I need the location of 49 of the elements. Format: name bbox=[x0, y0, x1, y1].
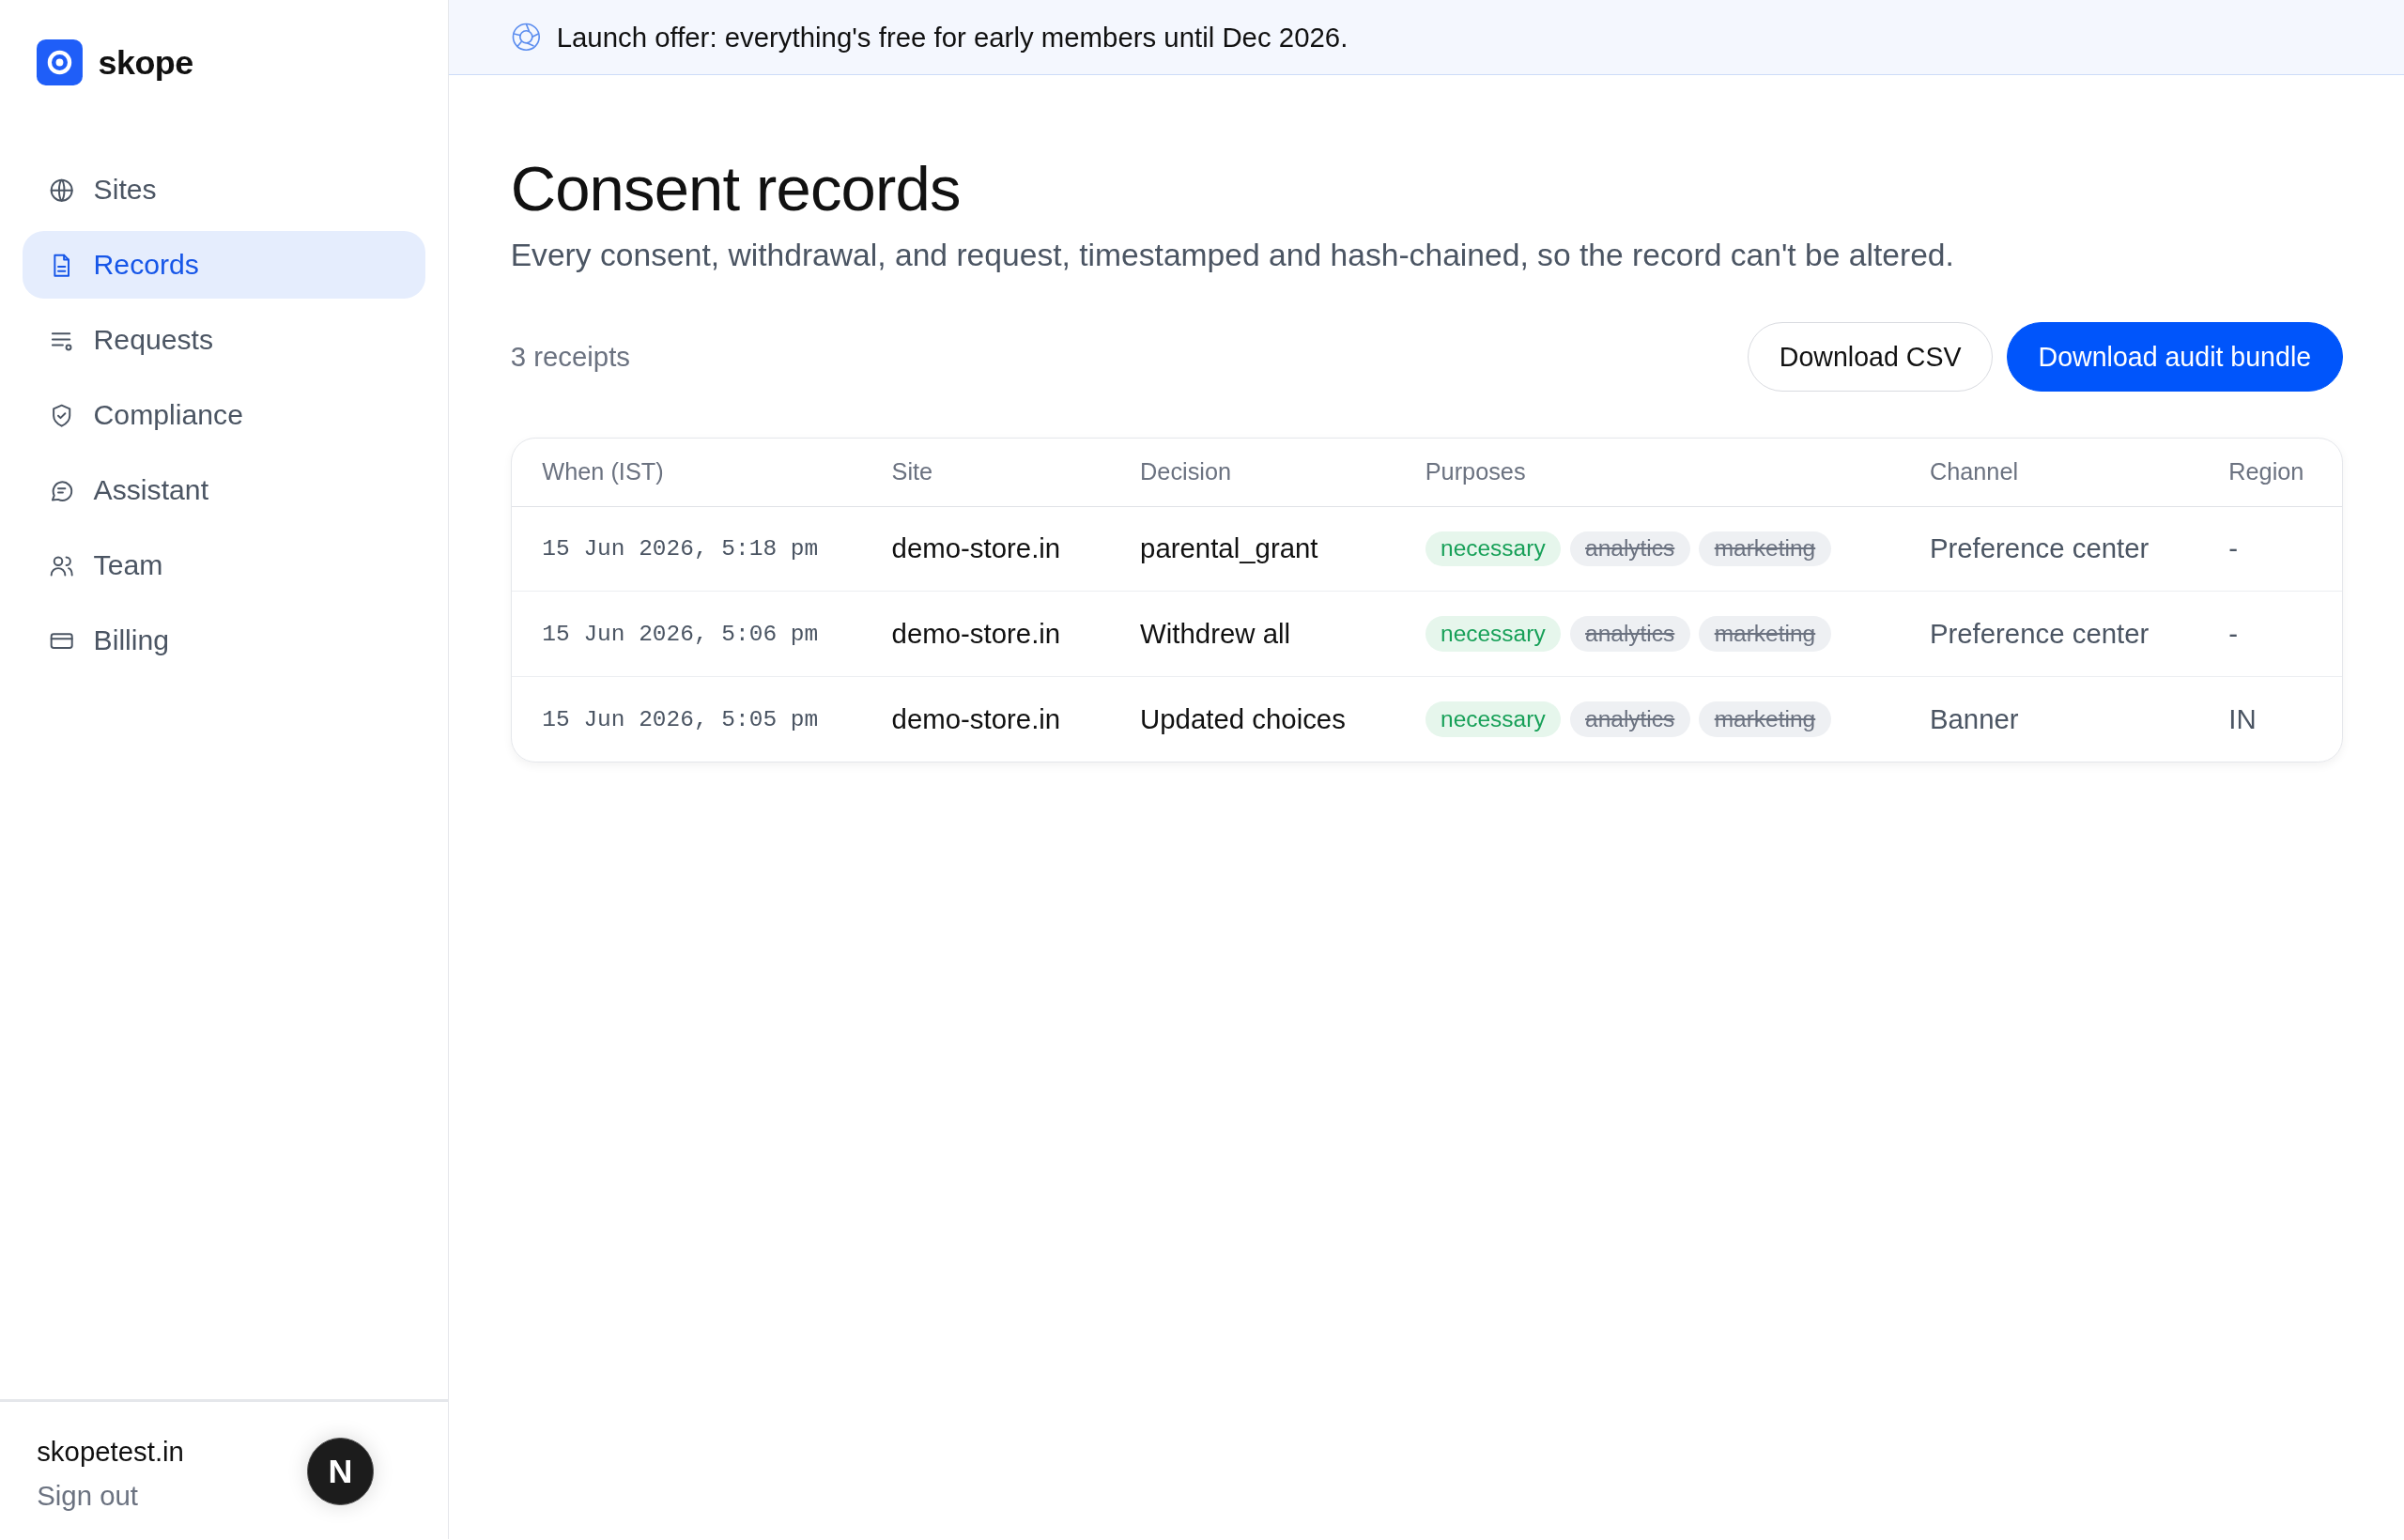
page-title: Consent records bbox=[510, 151, 961, 225]
decision-cell: Withdrew all bbox=[1140, 618, 1291, 651]
brand-name: skope bbox=[98, 42, 193, 83]
site-cell: demo-store.in bbox=[891, 703, 1061, 736]
sidebar-item[interactable]: Sites bbox=[23, 156, 425, 224]
decision-cell: parental_grant bbox=[1140, 532, 1318, 565]
purpose-tag: analytics bbox=[1569, 701, 1690, 737]
purpose-tag: necessary bbox=[1425, 531, 1561, 567]
column-header: Decision bbox=[1140, 458, 1232, 486]
logo-icon bbox=[37, 39, 84, 86]
timestamp-cell: 15 Jun 2026, 5:18 pm bbox=[542, 535, 819, 562]
purpose-tag: necessary bbox=[1425, 701, 1561, 737]
sidebar-item[interactable]: Compliance bbox=[23, 381, 425, 450]
column-header: Site bbox=[891, 458, 933, 486]
timestamp-cell: 15 Jun 2026, 5:05 pm bbox=[542, 706, 819, 732]
page-subtitle: Every consent, withdrawal, and request, timestamped and hash-chained, so the record can't be altered. bbox=[510, 238, 1954, 274]
purpose-tag: necessary bbox=[1425, 616, 1561, 653]
timestamp-cell: 15 Jun 2026, 5:06 pm bbox=[542, 621, 819, 647]
channel-cell: Banner bbox=[1929, 703, 2019, 736]
aperture-icon bbox=[510, 22, 542, 53]
channel-cell: Preference center bbox=[1929, 532, 2150, 565]
sidebar-item[interactable]: Requests bbox=[23, 306, 425, 375]
download-csv-button[interactable]: Download CSV bbox=[1748, 322, 1994, 392]
dev-tools-button[interactable]: N bbox=[306, 1438, 375, 1506]
purpose-tag: analytics bbox=[1569, 616, 1690, 653]
purpose-tag: analytics bbox=[1569, 531, 1690, 567]
receipt-count: 3 receipts bbox=[510, 341, 631, 373]
sign-out-link[interactable]: Sign out bbox=[37, 1479, 138, 1512]
sidebar-item[interactable]: Records bbox=[23, 231, 425, 300]
purpose-tag: marketing bbox=[1699, 701, 1831, 737]
announcement-text: Launch offer: everything's free for early members until Dec 2026. bbox=[556, 21, 1348, 54]
channel-cell: Preference center bbox=[1929, 618, 2150, 651]
purpose-tag: marketing bbox=[1699, 616, 1831, 653]
region-cell: - bbox=[2228, 618, 2239, 651]
column-header: Purposes bbox=[1425, 458, 1526, 486]
column-header: When (IST) bbox=[542, 458, 664, 486]
site-cell: demo-store.in bbox=[891, 532, 1061, 565]
account-name: skopetest.in bbox=[37, 1435, 184, 1468]
column-header: Channel bbox=[1929, 458, 2019, 486]
download-bundle-button[interactable]: Download audit bundle bbox=[2006, 322, 2343, 392]
purpose-tag: marketing bbox=[1699, 531, 1831, 567]
column-header: Region bbox=[2228, 458, 2304, 486]
sidebar-item[interactable]: Billing bbox=[23, 607, 425, 675]
decision-cell: Updated choices bbox=[1140, 703, 1346, 736]
sidebar-item[interactable]: Assistant bbox=[23, 456, 425, 525]
site-cell: demo-store.in bbox=[891, 618, 1061, 651]
region-cell: IN bbox=[2228, 703, 2257, 736]
region-cell: - bbox=[2228, 532, 2239, 565]
sidebar-item[interactable]: Team bbox=[23, 531, 425, 600]
